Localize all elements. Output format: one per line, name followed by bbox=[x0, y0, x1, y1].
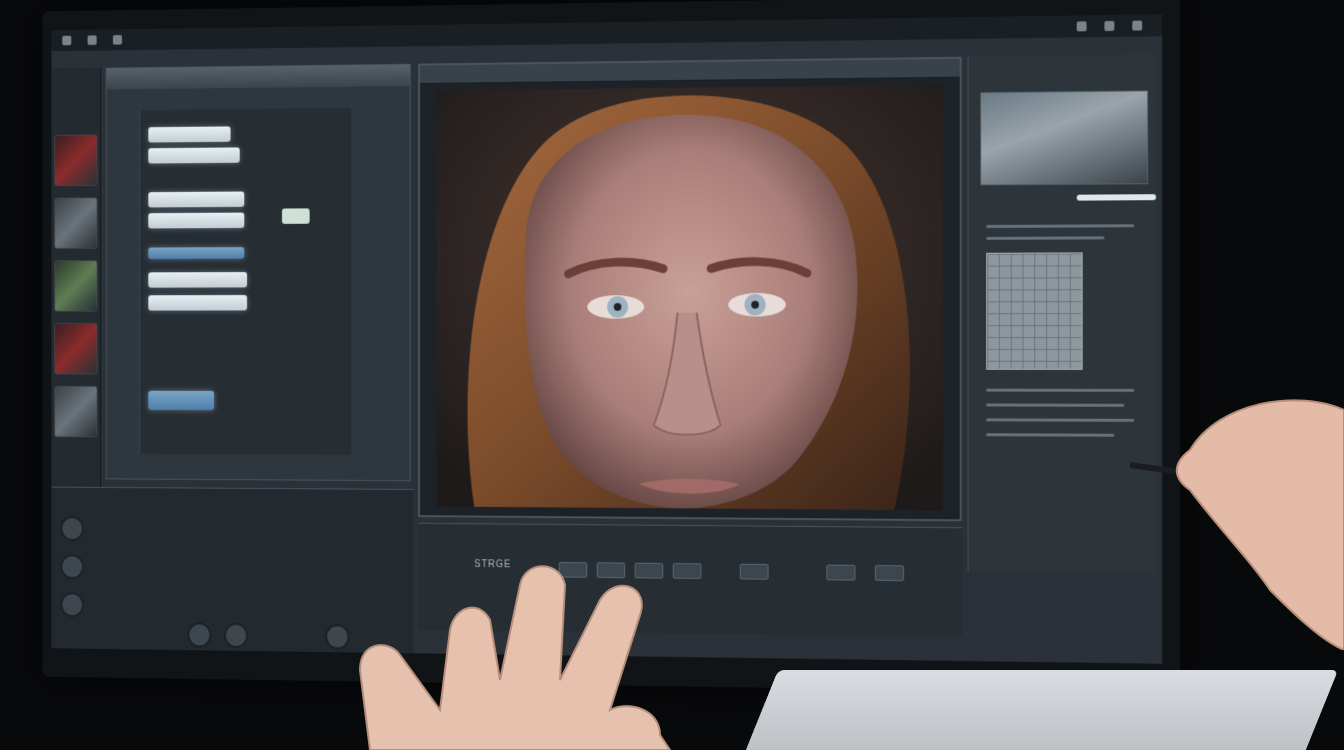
visibility-toggle[interactable] bbox=[281, 208, 310, 224]
property-text bbox=[986, 224, 1135, 228]
slider[interactable] bbox=[1076, 194, 1157, 201]
left-pupil bbox=[613, 303, 622, 311]
asset-thumbnail[interactable] bbox=[54, 197, 98, 249]
render-viewport[interactable] bbox=[418, 56, 962, 522]
asset-thumbnail[interactable] bbox=[54, 134, 98, 187]
preview-thumbnail[interactable] bbox=[980, 90, 1149, 186]
control-knob[interactable] bbox=[187, 622, 212, 648]
keyboard bbox=[741, 670, 1339, 750]
layers-panel-header[interactable] bbox=[106, 64, 410, 90]
property-text bbox=[986, 388, 1135, 392]
property-text bbox=[986, 236, 1105, 240]
layer-row-selected[interactable] bbox=[148, 247, 245, 260]
left-hand bbox=[358, 565, 672, 750]
right-hand-with-stylus bbox=[1130, 399, 1344, 650]
asset-thumbnail[interactable] bbox=[54, 323, 98, 375]
transport-button[interactable] bbox=[739, 563, 769, 580]
property-text bbox=[986, 418, 1135, 422]
menu-icon[interactable] bbox=[1076, 21, 1087, 32]
right-pupil bbox=[751, 300, 759, 309]
layer-row[interactable] bbox=[148, 191, 245, 208]
asset-thumbnail[interactable] bbox=[54, 260, 98, 312]
menu-bar bbox=[51, 14, 1163, 52]
property-text bbox=[986, 433, 1115, 437]
transport-button[interactable] bbox=[826, 564, 856, 581]
rendered-face-image bbox=[436, 84, 944, 511]
transport-button[interactable] bbox=[874, 565, 905, 582]
layer-row[interactable] bbox=[148, 126, 231, 143]
control-knob[interactable] bbox=[224, 622, 248, 649]
property-text bbox=[986, 403, 1125, 407]
control-knob[interactable] bbox=[60, 554, 84, 580]
control-knob[interactable] bbox=[60, 592, 84, 618]
layer-row[interactable] bbox=[148, 147, 240, 164]
menu-icon[interactable] bbox=[1104, 20, 1115, 32]
asset-thumbnail[interactable] bbox=[54, 385, 98, 438]
menu-icon[interactable] bbox=[112, 34, 123, 45]
layer-row[interactable] bbox=[148, 212, 245, 229]
menu-icon[interactable] bbox=[62, 35, 72, 46]
layer-row[interactable] bbox=[148, 295, 248, 311]
photo-scene: STRGE bbox=[0, 0, 1344, 750]
layer-row-selected[interactable] bbox=[148, 390, 215, 411]
layers-panel bbox=[105, 63, 411, 482]
properties-panel bbox=[967, 54, 1157, 574]
control-knob[interactable] bbox=[60, 516, 84, 542]
menu-icon[interactable] bbox=[87, 35, 97, 45]
menu-icon[interactable] bbox=[1132, 20, 1143, 31]
layer-row[interactable] bbox=[148, 272, 248, 288]
texture-grid-swatch[interactable] bbox=[986, 252, 1083, 370]
viewport-tab-bar bbox=[420, 58, 960, 84]
